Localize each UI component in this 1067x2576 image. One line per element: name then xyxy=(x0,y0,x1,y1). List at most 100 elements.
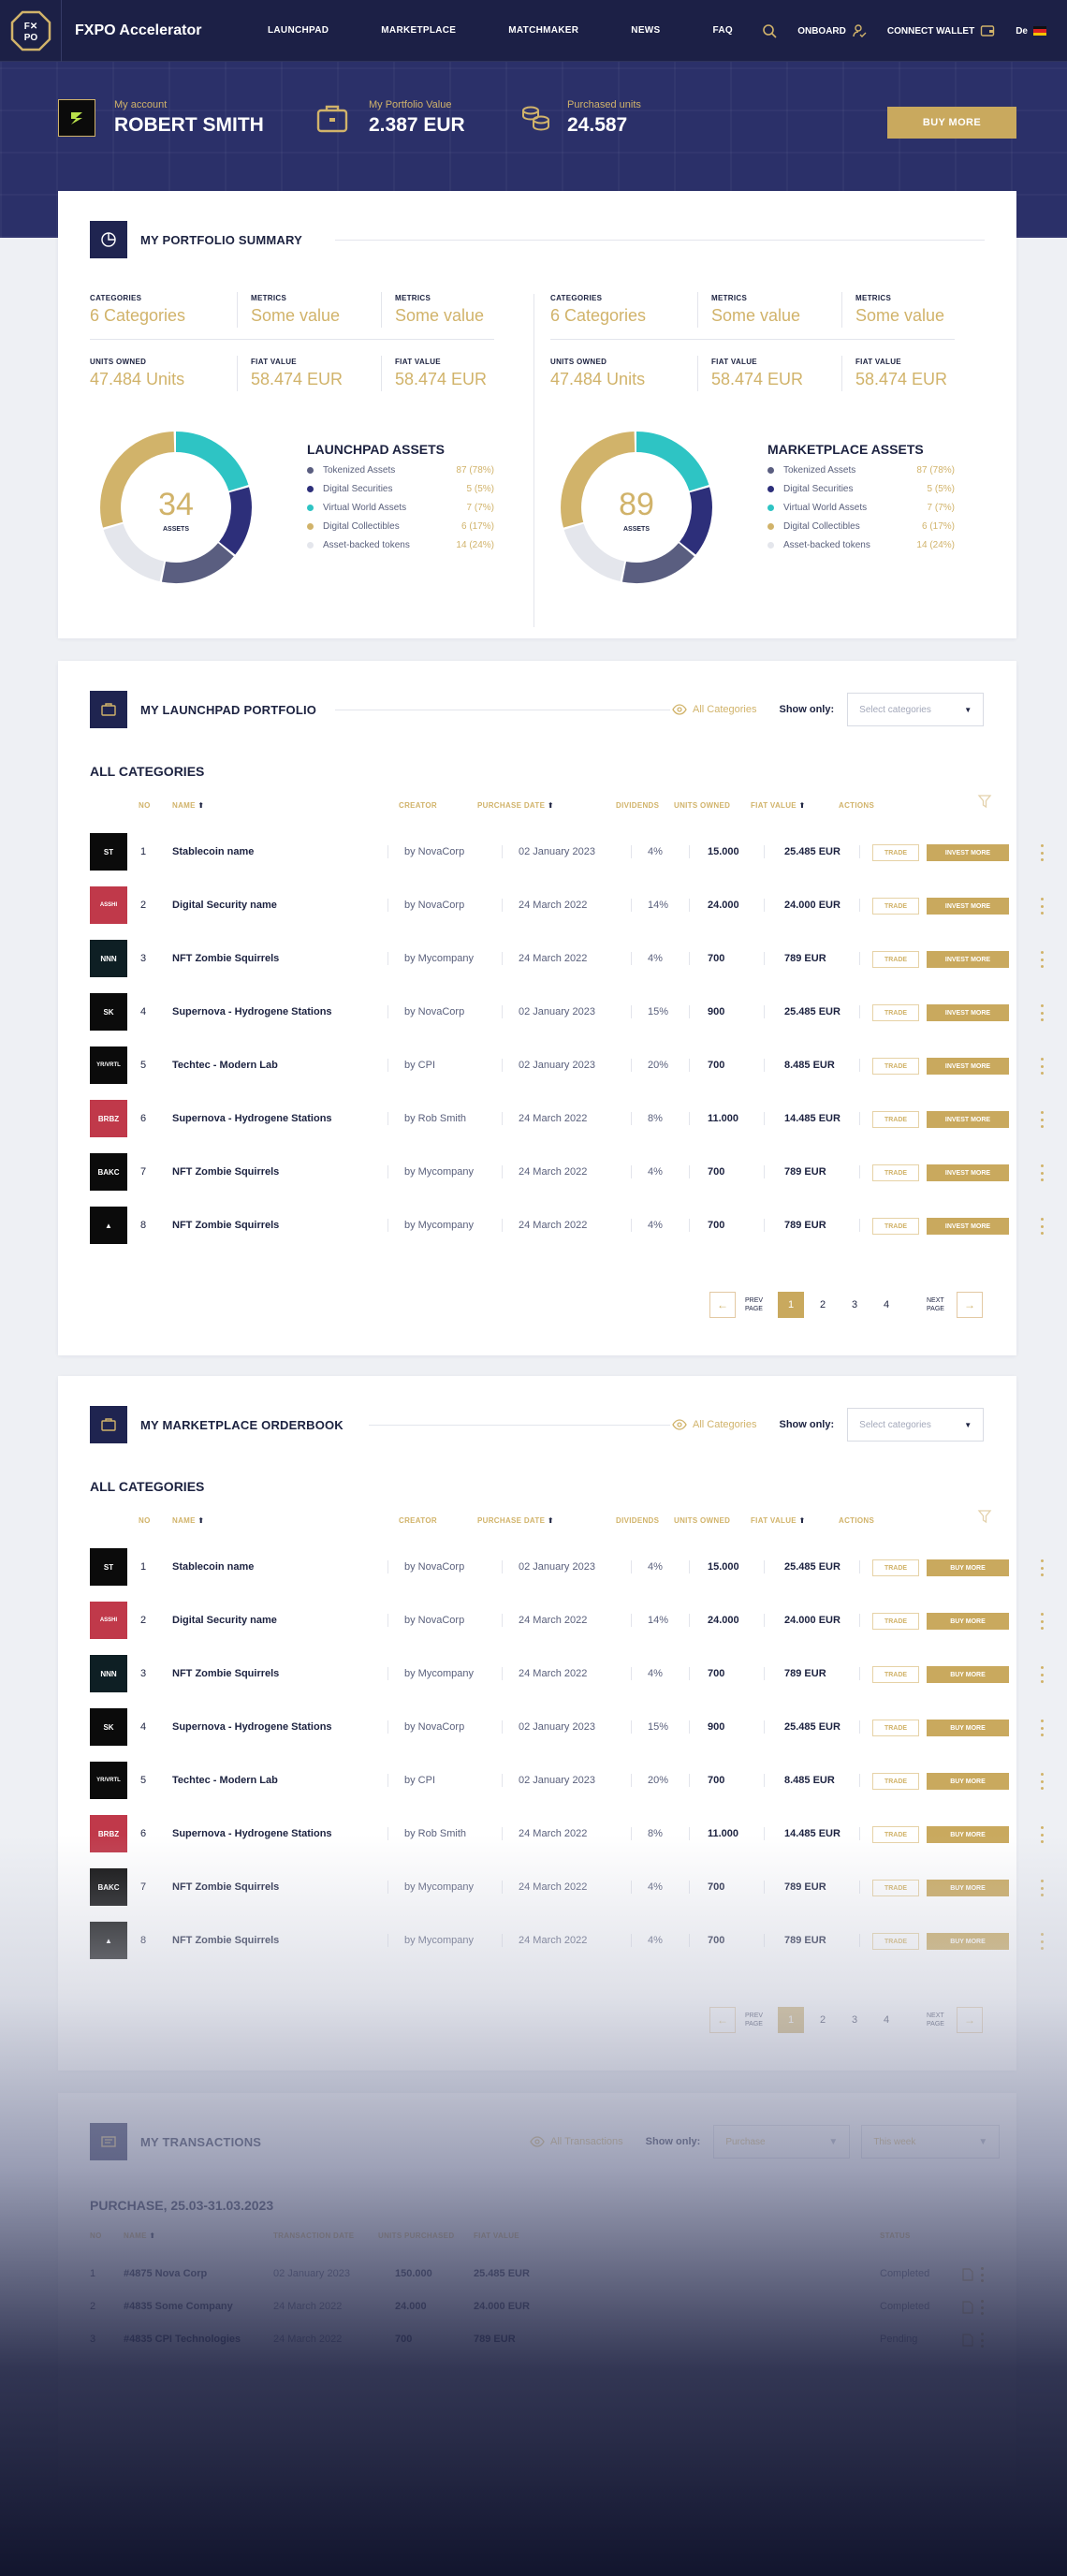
table-row[interactable]: ST 1 Stablecoin name by NovaCorp 02 Janu… xyxy=(90,833,1044,871)
asset-name[interactable]: NFT Zombie Squirrels xyxy=(172,940,279,977)
asset-name[interactable]: Supernova - Hydrogene Stations xyxy=(172,1100,332,1137)
nav-news[interactable]: NEWS xyxy=(631,25,660,36)
trade-button[interactable]: TRADE xyxy=(872,1880,919,1896)
table-row[interactable]: BAKC 7 NFT Zombie Squirrels by Mycompany… xyxy=(90,1153,1044,1191)
table-row[interactable]: SK 4 Supernova - Hydrogene Stations by N… xyxy=(90,1708,1044,1746)
table-row[interactable]: BRBZ 6 Supernova - Hydrogene Stations by… xyxy=(90,1815,1044,1852)
filter-funnel-icon[interactable] xyxy=(977,794,992,809)
category-select[interactable]: Select categories ▼ xyxy=(847,693,985,726)
page-number-button[interactable]: 1 xyxy=(778,1292,804,1318)
row-menu-icon[interactable] xyxy=(1039,1058,1045,1075)
trade-button[interactable]: TRADE xyxy=(872,1666,919,1683)
asset-name[interactable]: NFT Zombie Squirrels xyxy=(172,1655,279,1692)
row-menu-icon[interactable] xyxy=(1039,1826,1045,1843)
next-page-label[interactable]: NEXT PAGE xyxy=(927,1296,947,1313)
page-number-button[interactable]: 2 xyxy=(810,2007,836,2033)
trade-button[interactable]: TRADE xyxy=(872,1111,919,1128)
asset-name[interactable]: Supernova - Hydrogene Stations xyxy=(172,1708,332,1746)
asset-name[interactable]: Supernova - Hydrogene Stations xyxy=(172,1815,332,1852)
column-header[interactable]: NAME ⬆ xyxy=(124,2232,155,2240)
page-number-button[interactable]: 1 xyxy=(778,2007,804,2033)
table-row[interactable]: ST 1 Stablecoin name by NovaCorp 02 Janu… xyxy=(90,1548,1044,1586)
buy-more-button[interactable]: BUY MORE xyxy=(927,1666,1009,1683)
row-menu-icon[interactable] xyxy=(1039,844,1045,861)
filter-funnel-icon[interactable] xyxy=(977,1509,992,1524)
row-menu-icon[interactable] xyxy=(1039,1164,1045,1181)
table-row[interactable]: ▲ 8 NFT Zombie Squirrels by Mycompany 24… xyxy=(90,1922,1044,1959)
row-menu-icon[interactable] xyxy=(981,2333,985,2348)
document-icon[interactable] xyxy=(962,2334,973,2347)
row-menu-icon[interactable] xyxy=(1039,1880,1045,1896)
onboard-link[interactable]: ONBOARD xyxy=(797,23,867,38)
asset-name[interactable]: NFT Zombie Squirrels xyxy=(172,1868,279,1906)
next-page-label[interactable]: NEXT PAGE xyxy=(927,2012,947,2028)
prev-page-arrow-icon[interactable]: ← xyxy=(709,2007,736,2033)
page-number-button[interactable]: 4 xyxy=(873,1292,899,1318)
trade-button[interactable]: TRADE xyxy=(872,1559,919,1576)
page-number-button[interactable]: 3 xyxy=(841,1292,868,1318)
trade-button[interactable]: TRADE xyxy=(872,1164,919,1181)
next-page-arrow-icon[interactable]: → xyxy=(957,1292,983,1318)
column-header[interactable]: FIAT VALUE ⬆ xyxy=(751,801,805,810)
invest-more-button[interactable]: INVEST MORE xyxy=(927,1004,1009,1021)
row-menu-icon[interactable] xyxy=(1039,1218,1045,1235)
page-number-button[interactable]: 3 xyxy=(841,2007,868,2033)
table-row[interactable]: YR/VRTL 5 Techtec - Modern Lab by CPI 02… xyxy=(90,1046,1044,1084)
trade-button[interactable]: TRADE xyxy=(872,1826,919,1843)
trade-button[interactable]: TRADE xyxy=(872,1720,919,1736)
nav-faq[interactable]: FAQ xyxy=(713,25,733,36)
table-row[interactable]: BAKC 7 NFT Zombie Squirrels by Mycompany… xyxy=(90,1868,1044,1906)
transaction-name[interactable]: #4835 Some Company xyxy=(124,2291,233,2322)
table-row[interactable]: BRBZ 6 Supernova - Hydrogene Stations by… xyxy=(90,1100,1044,1137)
row-menu-icon[interactable] xyxy=(1039,1933,1045,1950)
transaction-period-select[interactable]: This week ▼ xyxy=(861,2125,1001,2159)
transaction-row[interactable]: 2 #4835 Some Company 24 March 2022 24.00… xyxy=(90,2291,985,2322)
invest-more-button[interactable]: INVEST MORE xyxy=(927,951,1009,968)
document-icon[interactable] xyxy=(962,2268,973,2281)
connect-wallet-link[interactable]: CONNECT WALLET xyxy=(887,23,995,38)
all-categories-link[interactable]: All Categories xyxy=(693,1419,756,1430)
asset-name[interactable]: Digital Security name xyxy=(172,1602,277,1639)
transaction-row[interactable]: 1 #4875 Nova Corp 02 January 2023 150.00… xyxy=(90,2258,985,2290)
table-row[interactable]: SK 4 Supernova - Hydrogene Stations by N… xyxy=(90,993,1044,1031)
buy-more-button[interactable]: BUY MORE xyxy=(927,1720,1009,1736)
asset-name[interactable]: Techtec - Modern Lab xyxy=(172,1762,278,1799)
buy-more-button[interactable]: BUY MORE xyxy=(927,1613,1009,1630)
trade-button[interactable]: TRADE xyxy=(872,1613,919,1630)
next-page-arrow-icon[interactable]: → xyxy=(957,2007,983,2033)
table-row[interactable]: ▲ 8 NFT Zombie Squirrels by Mycompany 24… xyxy=(90,1207,1044,1244)
buy-more-button[interactable]: BUY MORE xyxy=(927,1773,1009,1790)
asset-name[interactable]: Stablecoin name xyxy=(172,833,254,871)
invest-more-button[interactable]: INVEST MORE xyxy=(927,898,1009,915)
trade-button[interactable]: TRADE xyxy=(872,1004,919,1021)
nav-matchmaker[interactable]: MATCHMAKER xyxy=(508,25,578,36)
column-header[interactable]: NAME ⬆ xyxy=(172,801,204,810)
asset-name[interactable]: NFT Zombie Squirrels xyxy=(172,1207,279,1244)
buy-more-button[interactable]: BUY MORE xyxy=(887,107,1016,139)
asset-name[interactable]: NFT Zombie Squirrels xyxy=(172,1153,279,1191)
invest-more-button[interactable]: INVEST MORE xyxy=(927,1218,1009,1235)
column-header[interactable]: FIAT VALUE ⬆ xyxy=(751,1516,805,1525)
row-menu-icon[interactable] xyxy=(1039,1613,1045,1630)
prev-page-arrow-icon[interactable]: ← xyxy=(709,1292,736,1318)
trade-button[interactable]: TRADE xyxy=(872,898,919,915)
logo[interactable]: F✕ PO xyxy=(0,0,62,62)
nav-launchpad[interactable]: LAUNCHPAD xyxy=(268,25,329,36)
transaction-name[interactable]: #4875 Nova Corp xyxy=(124,2258,207,2290)
buy-more-button[interactable]: BUY MORE xyxy=(927,1880,1009,1896)
trade-button[interactable]: TRADE xyxy=(872,1218,919,1235)
document-icon[interactable] xyxy=(962,2301,973,2314)
prev-page-label[interactable]: PREV PAGE xyxy=(745,2012,766,2028)
column-header[interactable]: PURCHASE DATE ⬆ xyxy=(477,801,554,810)
table-row[interactable]: ASSHI 2 Digital Security name by NovaCor… xyxy=(90,1602,1044,1639)
category-select[interactable]: Select categories ▼ xyxy=(847,1408,985,1442)
row-menu-icon[interactable] xyxy=(1039,1004,1045,1021)
transaction-name[interactable]: #4835 CPI Technologies xyxy=(124,2323,241,2355)
search-button[interactable] xyxy=(762,23,777,38)
invest-more-button[interactable]: INVEST MORE xyxy=(927,844,1009,861)
row-menu-icon[interactable] xyxy=(1039,1559,1045,1576)
invest-more-button[interactable]: INVEST MORE xyxy=(927,1058,1009,1075)
row-menu-icon[interactable] xyxy=(981,2267,985,2282)
page-number-button[interactable]: 4 xyxy=(873,2007,899,2033)
buy-more-button[interactable]: BUY MORE xyxy=(927,1559,1009,1576)
